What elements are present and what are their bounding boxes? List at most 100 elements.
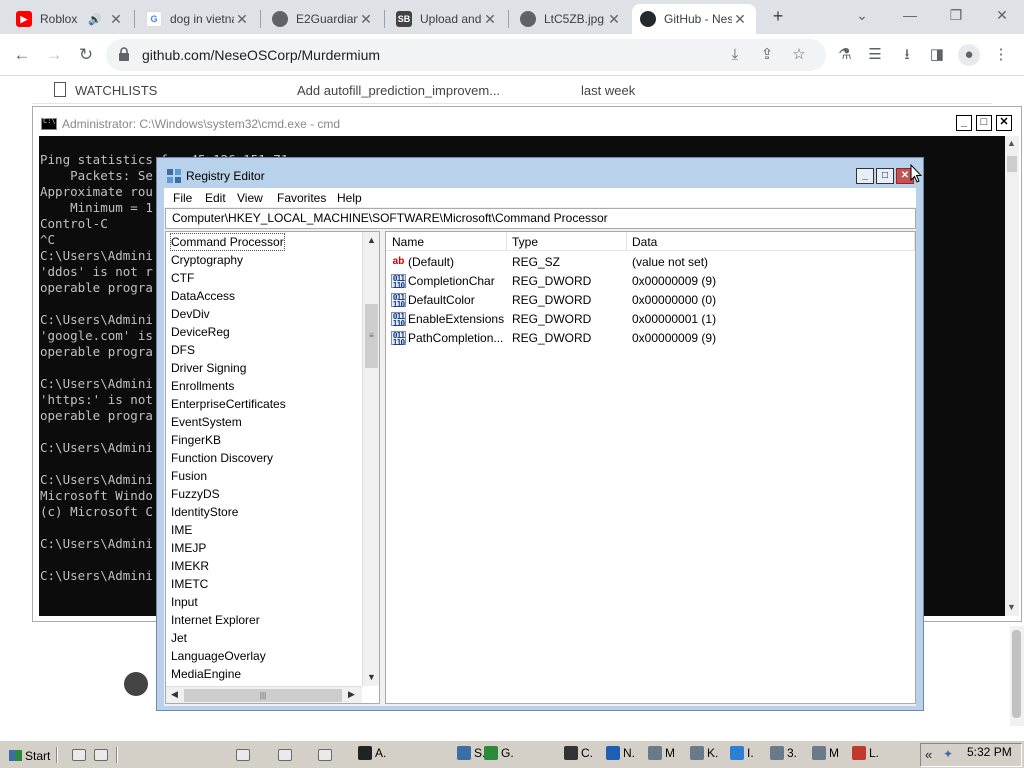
scroll-up-icon[interactable]: ▲: [367, 235, 376, 245]
regedit-minimize-button[interactable]: _: [856, 168, 874, 184]
bookmark-star-icon[interactable]: ☆: [788, 44, 810, 66]
start-button[interactable]: Start: [4, 744, 50, 766]
tree-key-item[interactable]: DevDiv: [170, 305, 211, 323]
taskbar-item[interactable]: A.: [358, 746, 386, 764]
tree-key-item[interactable]: Driver Signing: [170, 359, 247, 377]
quicklaunch-icon[interactable]: [278, 749, 292, 761]
tab-roblox[interactable]: ▶ Roblox 🔊 ✕: [8, 4, 132, 34]
column-name[interactable]: Name: [392, 235, 424, 251]
tree-scrollbar-thumb[interactable]: ≡: [365, 304, 378, 368]
scroll-up-icon[interactable]: ▲: [1007, 138, 1016, 148]
menu-edit[interactable]: Edit: [205, 191, 226, 205]
tree-key-item[interactable]: EventSystem: [170, 413, 243, 431]
taskbar-item[interactable]: M: [648, 746, 675, 764]
tab-github[interactable]: GitHub - NeseOSCorp ✕: [632, 4, 756, 34]
scroll-left-icon[interactable]: ◀: [171, 689, 178, 700]
tree-key-item[interactable]: Enrollments: [170, 377, 235, 395]
registry-address-bar[interactable]: Computer\HKEY_LOCAL_MACHINE\SOFTWARE\Mic…: [165, 208, 916, 229]
restore-button[interactable]: ❐: [936, 4, 976, 28]
tree-vertical-scrollbar[interactable]: ▲ ≡ ▼: [362, 232, 379, 686]
tree-key-item[interactable]: EnterpriseCertificates: [170, 395, 287, 413]
taskbar-item[interactable]: I.: [730, 746, 754, 764]
registry-value-row[interactable]: 011 110 PathCompletion... REG_DWORD 0x00000…: [386, 328, 915, 347]
share-icon[interactable]: ⇪: [756, 44, 778, 66]
regedit-maximize-button[interactable]: □: [876, 168, 894, 184]
github-file-row[interactable]: WATCHLISTS Add autofill_prediction_impro…: [32, 76, 992, 104]
registry-editor-window[interactable]: Registry Editor _ □ ✕ File Edit View Fav…: [156, 157, 924, 711]
tab-dog-in-vietnam[interactable]: G dog in vietnam ✕: [138, 4, 258, 34]
tree-horizontal-scrollbar[interactable]: ◀ ||| ▶: [166, 686, 362, 703]
tree-key-item[interactable]: IMETC: [170, 575, 209, 593]
tree-key-item[interactable]: Internet Explorer: [170, 611, 261, 629]
taskbar-item[interactable]: M: [812, 746, 839, 764]
tree-key-item[interactable]: FingerKB: [170, 431, 222, 449]
side-panel-icon[interactable]: ◨: [926, 44, 948, 66]
tree-key-item[interactable]: DeviceReg: [170, 323, 231, 341]
menu-kebab-icon[interactable]: ⋮: [990, 44, 1012, 66]
reload-button[interactable]: ↻: [74, 43, 98, 67]
column-data[interactable]: Data: [632, 235, 657, 251]
page-scrollbar-thumb[interactable]: [1012, 630, 1021, 718]
tree-key-item[interactable]: FuzzyDS: [170, 485, 221, 503]
tree-key-item[interactable]: LanguageOverlay: [170, 647, 267, 665]
tree-key-item[interactable]: IME: [170, 521, 193, 539]
quicklaunch-icon[interactable]: [72, 749, 86, 761]
scroll-down-icon[interactable]: ▼: [367, 672, 376, 682]
tree-key-item[interactable]: Command Processor: [170, 233, 285, 251]
taskbar-item[interactable]: C.: [564, 746, 593, 764]
taskbar-item[interactable]: S.: [457, 746, 485, 764]
registry-key-tree[interactable]: Command Processor Cryptography CTF DataAcce…: [165, 231, 380, 704]
install-app-icon[interactable]: ⤓: [724, 44, 746, 66]
registry-value-row[interactable]: 011 110 EnableExtensions REG_DWORD 0x000000…: [386, 309, 915, 328]
close-tab-icon[interactable]: ✕: [732, 11, 748, 28]
close-tab-icon[interactable]: ✕: [358, 11, 374, 28]
registry-value-row[interactable]: 011 110 DefaultColor REG_DWORD 0x00000000 (…: [386, 290, 915, 309]
close-tab-icon[interactable]: ✕: [234, 11, 250, 28]
quicklaunch-icon[interactable]: [94, 749, 108, 761]
tab-search-icon[interactable]: ⌄: [842, 4, 882, 28]
tab-upload[interactable]: SB Upload and ✕: [388, 4, 506, 34]
cmd-minimize-button[interactable]: _: [956, 115, 972, 131]
menu-favorites[interactable]: Favorites: [277, 191, 326, 205]
cmd-scrollbar[interactable]: ▲ ▼: [1005, 136, 1019, 616]
profile-avatar-icon[interactable]: ●: [958, 44, 980, 66]
cmd-maximize-button[interactable]: □: [976, 115, 992, 131]
cmd-scrollbar-thumb[interactable]: [1007, 156, 1017, 172]
tree-key-item[interactable]: Fusion: [170, 467, 208, 485]
tree-key-item[interactable]: CTF: [170, 269, 195, 287]
quicklaunch-icon[interactable]: [236, 749, 250, 761]
taskbar-clock[interactable]: 5:32 PM: [967, 745, 1012, 759]
new-tab-button[interactable]: +: [766, 6, 790, 28]
menu-view[interactable]: View: [237, 191, 263, 205]
tab-ltc5zb[interactable]: LtC5ZB.jpg ✕: [512, 4, 630, 34]
tray-app-icon[interactable]: ✦: [943, 747, 953, 761]
minimize-button[interactable]: —: [890, 4, 930, 28]
registry-value-row[interactable]: ab (Default) REG_SZ (value not set): [386, 252, 915, 271]
taskbar-item[interactable]: 3.: [770, 746, 797, 764]
tree-key-item[interactable]: IMEJP: [170, 539, 207, 557]
download-icon[interactable]: ⭳: [896, 44, 918, 66]
close-tab-icon[interactable]: ✕: [108, 11, 124, 28]
menu-help[interactable]: Help: [337, 191, 362, 205]
taskbar-item[interactable]: N.: [606, 746, 635, 764]
regedit-titlebar[interactable]: Registry Editor _ □ ✕: [157, 158, 923, 188]
cmd-titlebar[interactable]: Administrator: C:\Windows\system32\cmd.e…: [33, 107, 1021, 136]
registry-values-list[interactable]: Name Type Data ab (Default) REG_SZ (value n…: [385, 231, 916, 704]
close-window-button[interactable]: ✕: [982, 4, 1022, 28]
commit-message[interactable]: Add autofill_prediction_improvem...: [297, 83, 500, 98]
tree-key-item[interactable]: DataAccess: [170, 287, 236, 305]
taskbar-item[interactable]: G.: [484, 746, 514, 764]
registry-value-row[interactable]: 011 110 CompletionChar REG_DWORD 0x00000009…: [386, 271, 915, 290]
close-tab-icon[interactable]: ✕: [482, 11, 498, 28]
taskbar-item[interactable]: L.: [852, 746, 879, 764]
address-bar[interactable]: github.com/NeseOSCorp/Murdermium ⤓ ⇪ ☆: [106, 39, 826, 71]
tree-key-item[interactable]: IdentityStore: [170, 503, 239, 521]
tree-key-item[interactable]: IMEKR: [170, 557, 210, 575]
tree-key-item[interactable]: MediaEngine: [170, 665, 242, 683]
quicklaunch-icon[interactable]: [318, 749, 332, 761]
cmd-close-button[interactable]: ✕: [996, 115, 1012, 131]
menu-file[interactable]: File: [173, 191, 192, 205]
file-name[interactable]: WATCHLISTS: [75, 83, 157, 98]
tree-key-item[interactable]: Input: [170, 593, 199, 611]
speaker-icon[interactable]: 🔊: [88, 13, 102, 26]
